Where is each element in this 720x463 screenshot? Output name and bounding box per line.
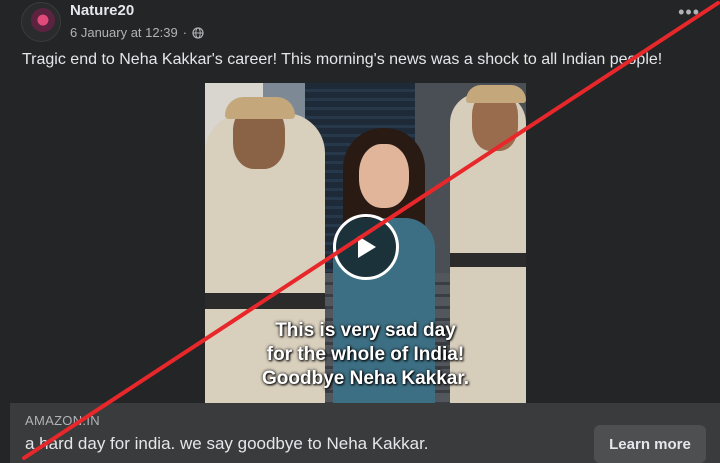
officer-right-belt xyxy=(450,253,526,267)
post-caption: Tragic end to Neha Kakkar's career! This… xyxy=(22,51,663,68)
link-preview-bar[interactable]: AMAZON.IN a hard day for india. we say g… xyxy=(10,403,720,463)
learn-more-button[interactable]: Learn more xyxy=(594,425,706,463)
officer-left-cap xyxy=(225,97,295,119)
more-options-icon[interactable]: ••• xyxy=(678,2,700,23)
link-domain: AMAZON.IN xyxy=(25,413,100,428)
officer-right-cap xyxy=(466,85,526,103)
post-meta-separator: · xyxy=(182,25,188,40)
media-container: This is very sad day for the whole of In… xyxy=(0,83,720,403)
video-thumbnail[interactable]: This is very sad day for the whole of In… xyxy=(205,83,526,403)
overlay-line: This is very sad day xyxy=(275,320,456,341)
link-title[interactable]: a hard day for india. we say goodbye to … xyxy=(25,434,429,454)
overlay-line: Goodbye Neha Kakkar. xyxy=(262,368,469,389)
globe-icon xyxy=(192,26,204,39)
author-name[interactable]: Nature20 xyxy=(70,2,134,19)
play-button[interactable] xyxy=(333,214,399,280)
post-meta: 6 January at 12:39 · xyxy=(70,25,204,40)
video-overlay-text: This is very sad day for the whole of In… xyxy=(205,319,526,391)
play-icon xyxy=(358,236,376,258)
post-header: Nature20 6 January at 12:39 · ••• xyxy=(0,0,720,48)
overlay-line: for the whole of India! xyxy=(266,344,465,365)
officer-left-belt xyxy=(205,293,325,309)
post-timestamp[interactable]: 6 January at 12:39 xyxy=(70,25,178,40)
author-avatar[interactable] xyxy=(21,2,61,42)
woman-face xyxy=(359,144,409,208)
